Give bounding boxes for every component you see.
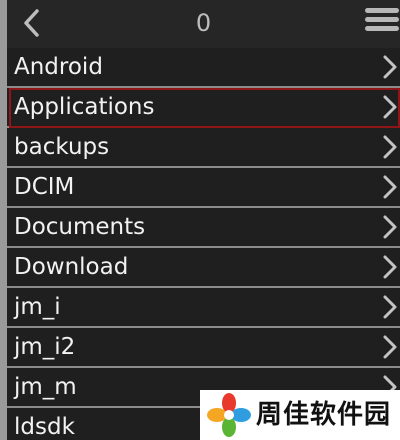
- folder-row[interactable]: Download: [7, 248, 400, 288]
- folder-row[interactable]: DCIM: [7, 168, 400, 208]
- menu-button[interactable]: [365, 8, 399, 38]
- folder-name: jm_i2: [14, 334, 76, 360]
- folder-name: jm_m: [14, 374, 77, 400]
- folder-row[interactable]: jm_i: [7, 288, 400, 328]
- pinwheel-logo-icon: [207, 393, 251, 437]
- chevron-right-icon: [383, 135, 397, 159]
- chevron-right-icon: [383, 175, 397, 199]
- folder-name: DCIM: [14, 174, 75, 200]
- folder-name: Applications: [14, 94, 155, 120]
- chevron-right-icon: [383, 295, 397, 319]
- folder-name: Documents: [14, 214, 146, 240]
- folder-name: Download: [14, 254, 129, 280]
- watermark-text: 周佳软件园: [256, 400, 392, 430]
- left-edge-bar: [0, 0, 7, 440]
- folder-row[interactable]: Applications: [7, 88, 400, 128]
- folder-list: Android Applications backups DCIM Documents D…: [7, 48, 400, 440]
- folder-row[interactable]: jm_i2: [7, 328, 400, 368]
- folder-name: backups: [14, 134, 110, 160]
- folder-row[interactable]: Documents: [7, 208, 400, 248]
- folder-row[interactable]: Android: [7, 48, 400, 88]
- folder-count-title: 0: [195, 9, 212, 37]
- folder-name: ldsdk: [14, 414, 75, 440]
- chevron-right-icon: [383, 55, 397, 79]
- chevron-right-icon: [383, 95, 397, 119]
- chevron-right-icon: [383, 215, 397, 239]
- header-bar: 0: [7, 0, 400, 48]
- hamburger-menu-icon: [365, 8, 399, 31]
- chevron-right-icon: [383, 335, 397, 359]
- chevron-right-icon: [383, 255, 397, 279]
- folder-name: jm_i: [14, 294, 61, 320]
- folder-row[interactable]: backups: [7, 128, 400, 168]
- folder-name: Android: [14, 54, 103, 80]
- watermark-banner: 周佳软件园: [200, 390, 400, 440]
- file-browser-screen: 0 Android Applications backups DCIM Document…: [0, 0, 400, 440]
